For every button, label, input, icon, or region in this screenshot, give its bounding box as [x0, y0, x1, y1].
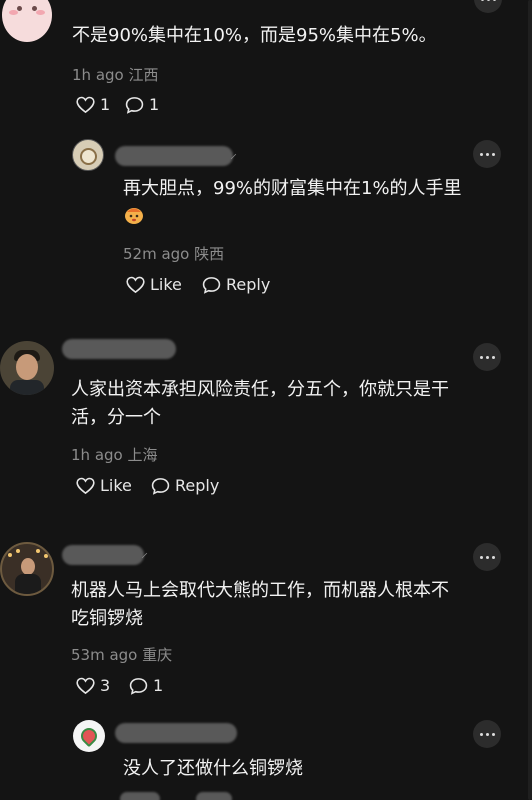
reply-button[interactable]: Reply — [202, 275, 270, 294]
comment-text: 不是90%集中在10%，而是95%集中在5%。 — [72, 25, 437, 46]
more-options-button[interactable] — [473, 140, 501, 168]
like-label: Like — [150, 275, 182, 294]
comment-bubble-icon — [151, 477, 170, 495]
more-options-button[interactable] — [474, 0, 502, 13]
reply-text: 再大胆点，99%的财富集中在1%的人手里 — [123, 178, 462, 199]
comment-bubble-icon — [202, 276, 221, 294]
reply-button[interactable]: 1 — [129, 676, 163, 695]
like-button[interactable]: Like — [126, 275, 182, 294]
timestamp: 53m ago — [71, 646, 138, 664]
timestamp-cut-off — [120, 792, 160, 800]
comment-bubble-icon — [129, 677, 148, 695]
username-redacted[interactable] — [115, 723, 237, 743]
like-button[interactable]: Like — [76, 476, 132, 495]
avatar-sketch[interactable] — [72, 139, 104, 171]
reply-count: 1 — [149, 95, 160, 114]
more-options-button[interactable] — [473, 343, 501, 371]
comment-meta: 1h ago 上海 — [71, 444, 158, 465]
username-redacted[interactable] — [62, 339, 176, 359]
comment-meta: 1h ago 江西 — [72, 64, 159, 85]
location-cut-off — [196, 792, 232, 800]
location: 重庆 — [142, 646, 173, 664]
reply-label: Reply — [175, 476, 220, 495]
heart-icon — [76, 477, 95, 494]
avatar-watermelon[interactable] — [73, 720, 105, 752]
reply-count: 1 — [153, 676, 164, 695]
timestamp: 52m ago — [123, 245, 190, 263]
avatar-photo-person[interactable] — [0, 542, 54, 596]
scrollbar-track[interactable] — [528, 0, 532, 800]
like-button[interactable]: 1 — [76, 95, 110, 114]
comment-text-line-1: 人家出资本承担风险责任，分五个，你就只是干 — [71, 379, 449, 400]
avatar-photo-man[interactable] — [0, 341, 54, 395]
timestamp: 1h ago — [71, 446, 123, 464]
timestamp: 1h ago — [72, 66, 124, 84]
like-label: Like — [100, 476, 132, 495]
more-options-button[interactable] — [473, 543, 501, 571]
username-fragment: ⸝ — [141, 545, 148, 561]
avatar-pink-cartoon[interactable] — [2, 0, 52, 42]
username-redacted[interactable] — [62, 545, 144, 565]
heart-icon — [126, 276, 145, 293]
reply-label: Reply — [226, 275, 271, 294]
baby-emoji — [125, 208, 143, 224]
reply-text: 没人了还做什么铜锣烧 — [123, 758, 303, 779]
location: 陕西 — [194, 245, 225, 263]
comment-bubble-icon — [125, 96, 144, 114]
location: 江西 — [128, 66, 159, 84]
comment-text-line-1: 机器人马上会取代大熊的工作，而机器人根本不 — [71, 580, 449, 601]
reply-meta: 52m ago 陕西 — [123, 243, 224, 264]
username-fragment: ⸝ — [230, 146, 237, 162]
comment-text-line-2: 吃铜锣烧 — [71, 608, 143, 629]
comment-feed: 不是90%集中在10%，而是95%集中在5%。 1h ago 江西 1 1 ⸝ … — [0, 0, 532, 800]
reply-button[interactable]: 1 — [125, 95, 159, 114]
like-button[interactable]: 3 — [76, 676, 110, 695]
location: 上海 — [127, 446, 158, 464]
reply-button[interactable]: Reply — [151, 476, 219, 495]
more-options-button[interactable] — [473, 720, 501, 748]
comment-text-line-2: 活，分一个 — [71, 407, 161, 428]
heart-icon — [76, 96, 95, 113]
like-count: 3 — [100, 676, 111, 695]
heart-icon — [76, 677, 95, 694]
username-redacted[interactable] — [115, 146, 233, 166]
like-count: 1 — [100, 95, 111, 114]
comment-meta: 53m ago 重庆 — [71, 644, 172, 665]
